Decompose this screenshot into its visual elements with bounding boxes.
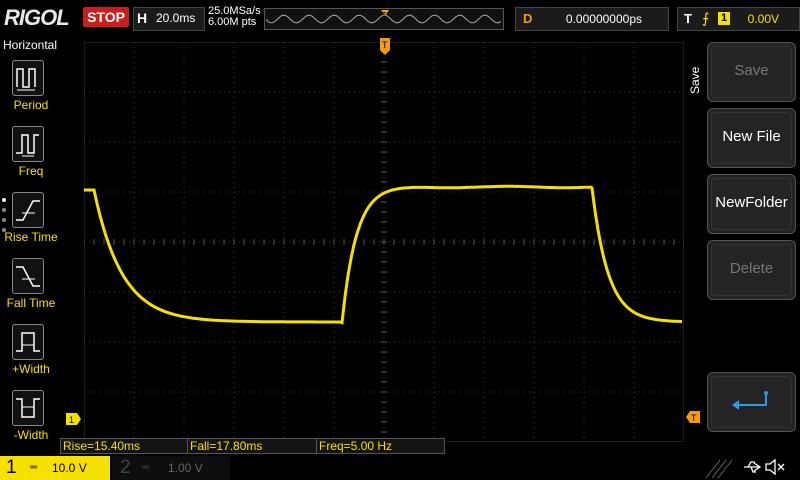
measure-period-label: Period — [13, 98, 49, 112]
measure-positive-width[interactable]: +Width — [0, 320, 62, 385]
positive-width-icon — [12, 324, 44, 360]
negative-width-icon — [12, 390, 44, 426]
save-button-label: Save — [734, 62, 769, 79]
usb-icon — [744, 461, 762, 473]
delay-key: D — [523, 11, 533, 26]
delay-box[interactable]: D 0.00000000ps — [515, 7, 669, 31]
channel-2-scale: 1.00 V — [168, 461, 203, 475]
measure-fall-time-label: Fall Time — [6, 296, 56, 310]
speaker-muted-icon[interactable] — [764, 458, 786, 476]
delay-value: 0.00000000ps — [565, 12, 642, 26]
trigger-box[interactable]: T ⨍ 1 0.00V — [677, 7, 800, 31]
channel-1-scale: 10.0 V — [52, 461, 87, 475]
measure-negative-width-label: -Width — [13, 428, 49, 442]
memstrip-trigger-letter: T — [382, 12, 387, 19]
ch1-ground-marker[interactable]: 1 — [66, 413, 82, 425]
graticule — [84, 42, 684, 442]
waveform-display[interactable] — [84, 42, 684, 442]
channel-1-number: 1 — [6, 457, 17, 478]
trigger-position-marker[interactable]: T — [378, 38, 392, 56]
horizontal-key: H — [137, 10, 148, 26]
new-folder-button-label: NewFolder — [715, 194, 788, 211]
period-icon — [12, 60, 44, 96]
save-menu-title: Save — [688, 66, 702, 94]
channel-2-tab[interactable]: 2 ═ 1.00 V — [112, 456, 230, 480]
dc-coupling-icon: ═ — [30, 462, 38, 473]
memory-overview-strip[interactable]: T — [264, 8, 504, 30]
delete-button-label: Delete — [729, 260, 774, 277]
fall-time-icon — [12, 258, 44, 294]
brand-logo: RIGOL — [4, 5, 70, 30]
timebase-box[interactable]: H 20.0ms — [133, 7, 205, 31]
trigger-key: T — [684, 11, 692, 26]
measurement-fall[interactable]: Fall=17.80ms — [187, 438, 317, 454]
return-button[interactable] — [707, 372, 796, 432]
measure-negative-width[interactable]: -Width — [0, 386, 62, 451]
bottom-bar-decoration — [705, 459, 733, 479]
run-stop-indicator[interactable]: STOP — [83, 7, 129, 27]
acquisition-info: 25.0MSa/s 6.00M pts — [208, 6, 261, 28]
new-folder-button[interactable]: NewFolder — [707, 174, 796, 234]
measurement-rise[interactable]: Rise=15.40ms — [60, 438, 188, 454]
channel-2-number: 2 — [120, 457, 131, 478]
trigger-source: 1 — [718, 12, 730, 25]
measure-rise-time-label: Rise Time — [4, 230, 58, 244]
frequency-icon — [12, 126, 44, 162]
rising-edge-icon: ⨍ — [702, 10, 710, 26]
delete-button[interactable]: Delete — [707, 240, 796, 300]
svg-text:1: 1 — [69, 415, 74, 425]
trigger-level: 0.00V — [747, 12, 779, 26]
timebase-value: 20.0ms — [156, 11, 196, 25]
dc-coupling-icon: ═ — [142, 462, 150, 473]
return-arrow-icon — [732, 391, 768, 410]
rise-time-icon — [12, 192, 44, 228]
measure-period[interactable]: Period — [0, 56, 62, 121]
measure-fall-time[interactable]: Fall Time — [0, 254, 62, 319]
new-file-button[interactable]: New File — [707, 108, 796, 168]
save-button[interactable]: Save — [707, 42, 796, 102]
new-file-button-label: New File — [722, 128, 781, 145]
menu-title: Horizontal — [3, 38, 58, 52]
svg-text:T: T — [382, 40, 388, 50]
measure-positive-width-label: +Width — [12, 362, 50, 376]
measure-frequency[interactable]: Freq — [0, 122, 62, 187]
measure-frequency-label: Freq — [18, 164, 44, 178]
measure-rise-time[interactable]: Rise Time — [0, 188, 62, 253]
channel-1-tab[interactable]: 1 ═ 10.0 V — [0, 456, 110, 480]
measurement-frequency[interactable]: Freq=5.00 Hz — [316, 438, 445, 454]
memory-depth: 6.00M pts — [208, 16, 257, 28]
